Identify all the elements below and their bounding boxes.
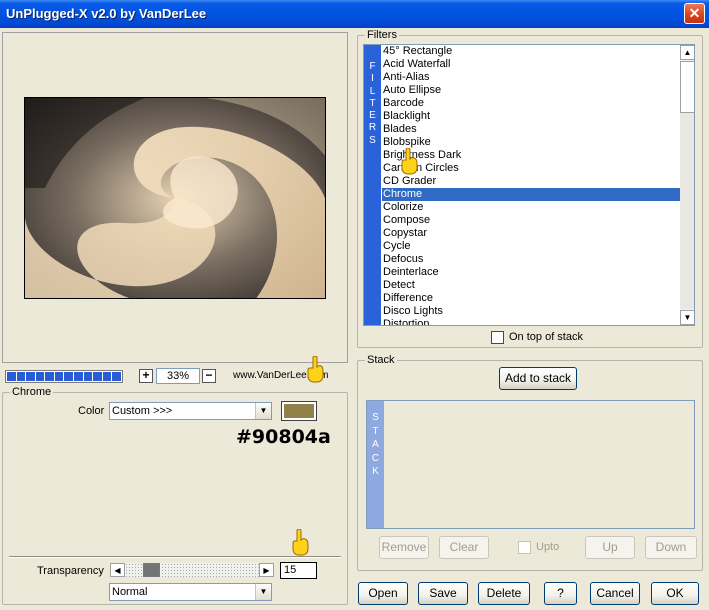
filter-list-item[interactable]: Barcode bbox=[382, 97, 680, 110]
blend-mode-value: Normal bbox=[112, 586, 148, 598]
open-button[interactable]: Open bbox=[358, 582, 408, 605]
transparency-input[interactable]: 15 bbox=[280, 562, 317, 579]
filter-list-item[interactable]: Brightness Dark bbox=[382, 149, 680, 162]
blend-mode-select[interactable]: Normal ▼ bbox=[109, 583, 272, 601]
on-top-label: On top of stack bbox=[509, 331, 583, 343]
title-bar: UnPlugged-X v2.0 by VanDerLee ✕ bbox=[0, 0, 709, 28]
on-top-checkbox[interactable] bbox=[491, 331, 504, 344]
scroll-thumb[interactable] bbox=[680, 61, 694, 113]
scroll-left-button[interactable]: ◀ bbox=[110, 563, 125, 577]
stack-panel-title: Stack bbox=[365, 354, 397, 367]
filter-list-item[interactable]: Colorize bbox=[382, 201, 680, 214]
filter-list-item[interactable]: Detect bbox=[382, 279, 680, 292]
filter-list-item[interactable]: Acid Waterfall bbox=[382, 58, 680, 71]
ok-button[interactable]: OK bbox=[651, 582, 699, 605]
chevron-down-icon: ▼ bbox=[255, 584, 271, 600]
pointing-hand-icon bbox=[292, 529, 309, 556]
chrome-panel-title: Chrome bbox=[10, 386, 54, 399]
color-select[interactable]: Custom >>> ▼ bbox=[109, 402, 272, 420]
preview-image bbox=[24, 97, 326, 299]
filter-list-item[interactable]: Defocus bbox=[382, 253, 680, 266]
filter-list-item[interactable]: Anti-Alias bbox=[382, 71, 680, 84]
pointing-hand-icon bbox=[307, 356, 324, 383]
color-select-value: Custom >>> bbox=[112, 405, 173, 417]
filter-list-item[interactable]: Blacklight bbox=[382, 110, 680, 123]
add-to-stack-button[interactable]: Add to stack bbox=[499, 367, 577, 390]
filter-list-item[interactable]: Cycle bbox=[382, 240, 680, 253]
filter-list-item[interactable]: Auto Ellipse bbox=[382, 84, 680, 97]
pointing-hand-icon bbox=[401, 148, 418, 175]
up-button[interactable]: Up bbox=[585, 536, 635, 559]
help-button[interactable]: ? bbox=[544, 582, 577, 605]
upto-label: Upto bbox=[536, 541, 560, 553]
color-label: Color bbox=[78, 405, 105, 417]
stack-vertical-label: STACK bbox=[367, 401, 384, 528]
zoom-value: 33% bbox=[156, 368, 200, 384]
close-button[interactable]: ✕ bbox=[684, 3, 705, 24]
zoom-out-button[interactable]: − bbox=[202, 369, 216, 383]
filters-scrollbar[interactable]: ▲ ▼ bbox=[680, 45, 694, 325]
filter-list-item[interactable]: 45° Rectangle bbox=[382, 45, 680, 58]
filters-vertical-label: FILTERS bbox=[364, 45, 381, 325]
stack-list[interactable]: STACK bbox=[366, 400, 695, 529]
filter-list-item[interactable]: Disco Lights bbox=[382, 305, 680, 318]
delete-button[interactable]: Delete bbox=[478, 582, 530, 605]
preview-panel bbox=[2, 32, 348, 363]
filters-items: 45° Rectangle Acid Waterfall Anti-Alias Aut… bbox=[382, 45, 680, 325]
remove-button[interactable]: Remove bbox=[379, 536, 429, 559]
color-swatch[interactable] bbox=[281, 401, 317, 421]
filter-list-item[interactable]: Difference bbox=[382, 292, 680, 305]
transparency-label: Transparency bbox=[37, 565, 104, 577]
window-title: UnPlugged-X v2.0 by VanDerLee bbox=[6, 6, 207, 21]
transparency-slider-thumb[interactable] bbox=[143, 563, 160, 577]
scroll-down-button[interactable]: ▼ bbox=[680, 310, 694, 325]
progress-bar bbox=[5, 370, 123, 383]
chevron-down-icon: ▼ bbox=[255, 403, 271, 419]
filter-list-item[interactable]: Distortion bbox=[382, 318, 680, 325]
cancel-button[interactable]: Cancel bbox=[590, 582, 640, 605]
filter-list-item[interactable]: CD Grader bbox=[382, 175, 680, 188]
down-button[interactable]: Down bbox=[645, 536, 697, 559]
scroll-right-button[interactable]: ▶ bbox=[259, 563, 274, 577]
filters-list[interactable]: FILTERS 45° Rectangle Acid Waterfall Anti-… bbox=[363, 44, 695, 326]
save-button[interactable]: Save bbox=[418, 582, 468, 605]
filter-list-item[interactable]: Deinterlace bbox=[382, 266, 680, 279]
clear-button[interactable]: Clear bbox=[439, 536, 489, 559]
filter-list-item[interactable]: Chrome bbox=[382, 188, 680, 201]
hex-annotation: #90804a bbox=[236, 426, 331, 448]
color-swatch-fill bbox=[284, 404, 314, 418]
filter-list-item[interactable]: Blades bbox=[382, 123, 680, 136]
filter-list-item[interactable]: Compose bbox=[382, 214, 680, 227]
filter-list-item[interactable]: Blobspike bbox=[382, 136, 680, 149]
close-icon: ✕ bbox=[688, 5, 701, 21]
zoom-in-button[interactable]: + bbox=[139, 369, 153, 383]
filter-list-item[interactable]: Cartoon Circles bbox=[382, 162, 680, 175]
upto-checkbox[interactable] bbox=[518, 541, 531, 554]
filters-panel-title: Filters bbox=[365, 29, 399, 42]
filter-list-item[interactable]: Copystar bbox=[382, 227, 680, 240]
scroll-up-button[interactable]: ▲ bbox=[680, 45, 694, 60]
